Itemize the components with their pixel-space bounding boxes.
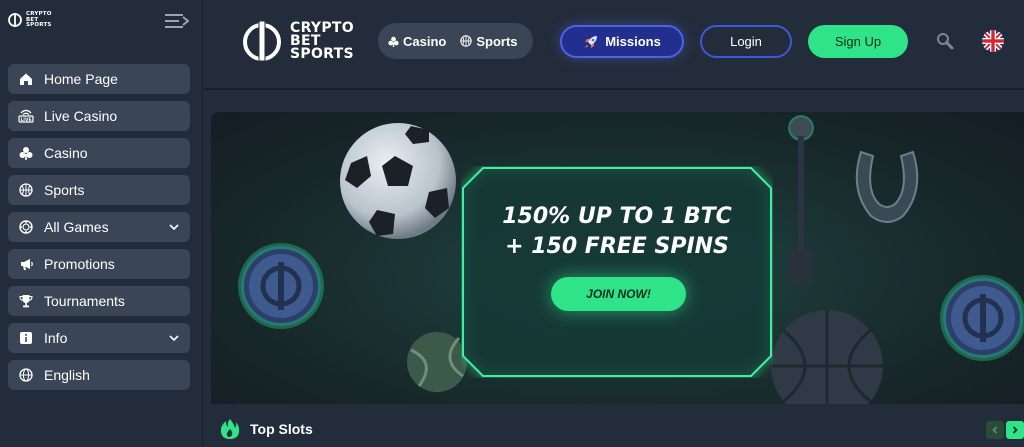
sidebar-item-sports[interactable]: Sports	[8, 175, 190, 205]
horseshoe-icon	[855, 150, 919, 223]
brand-logo-icon	[8, 13, 22, 28]
basketball-ball-icon	[771, 310, 883, 404]
sidebar-nav: Home Page LIVE Live Casino Casino Sports…	[8, 64, 190, 397]
home-icon	[18, 71, 34, 87]
prev-button[interactable]	[986, 421, 1004, 439]
next-button[interactable]	[1006, 421, 1024, 439]
coin-logo-icon	[940, 275, 1024, 361]
clubs-icon	[18, 145, 34, 161]
sidebar-item-all-games[interactable]: All Games	[8, 212, 190, 242]
brand-logo[interactable]: CRYPTO BET SPORTS	[240, 18, 354, 64]
chip-icon	[18, 219, 34, 235]
megaphone-icon	[18, 256, 34, 272]
tennis-ball-icon	[407, 332, 467, 392]
brand-logo-text: CRYPTO BET SPORTS	[290, 19, 354, 62]
section-title: Top Slots	[250, 421, 313, 437]
sidebar-item-language[interactable]: English	[8, 360, 190, 390]
brand-logo-icon	[243, 20, 281, 62]
coin-logo-icon	[238, 243, 324, 329]
sidebar-item-casino[interactable]: Casino	[8, 138, 190, 168]
collapse-menu-icon[interactable]	[165, 12, 189, 30]
chevron-down-icon[interactable]	[168, 221, 180, 233]
soccer-ball-icon	[340, 123, 456, 239]
sidebar-item-label: English	[44, 367, 90, 383]
tab-casino-label: Casino	[403, 33, 447, 49]
promo-title-line-1: 150% UP TO 1 BTC	[502, 204, 732, 229]
signup-button[interactable]: Sign Up	[808, 25, 908, 58]
chevron-left-icon	[992, 426, 998, 434]
clubs-icon	[388, 36, 399, 47]
tab-sports[interactable]: Sports	[460, 33, 518, 49]
svg-text:LIVE: LIVE	[20, 117, 31, 123]
missions-button[interactable]: Missions	[560, 25, 684, 58]
rocket-icon	[585, 35, 598, 48]
sidebar-item-label: Home Page	[44, 71, 118, 87]
tab-casino[interactable]: Casino	[388, 34, 446, 49]
tab-sports-label: Sports	[476, 33, 518, 49]
login-button[interactable]: Login	[700, 25, 792, 58]
category-switch: Casino Sports	[378, 23, 533, 59]
flame-icon	[220, 419, 240, 439]
promo-title: 150% UP TO 1 BTC + 150 FREE SPINS	[461, 202, 773, 262]
sidebar: CRYPTO BET SPORTS Home Page LIVE Live Ca…	[0, 0, 203, 447]
sidebar-item-label: Casino	[44, 145, 88, 161]
sidebar-item-tournaments[interactable]: Tournaments	[8, 286, 190, 316]
sidebar-item-label: Tournaments	[44, 293, 125, 309]
sidebar-logo[interactable]: CRYPTO BET SPORTS	[8, 11, 52, 29]
slots-pager	[986, 421, 1024, 439]
join-now-button[interactable]: JOIN NOW!	[551, 277, 686, 311]
chevron-down-icon[interactable]	[168, 332, 180, 344]
basketball-icon	[460, 35, 473, 47]
trophy-icon	[18, 293, 34, 309]
sidebar-item-label: Live Casino	[44, 108, 118, 124]
sidebar-item-label: Sports	[44, 182, 85, 198]
top-header: CRYPTO BET SPORTS Casino Sports Missions…	[204, 0, 1024, 90]
sidebar-logo-text: CRYPTO BET SPORTS	[26, 11, 52, 28]
sidebar-item-label: Info	[44, 330, 68, 346]
top-slots-header: Top Slots	[220, 418, 313, 440]
slot-lever-icon	[788, 115, 814, 284]
sidebar-item-label: All Games	[44, 219, 109, 235]
chevron-right-icon	[1012, 426, 1018, 434]
sidebar-item-promotions[interactable]: Promotions	[8, 249, 190, 279]
uk-flag-icon[interactable]	[982, 30, 1004, 52]
sidebar-item-live-casino[interactable]: LIVE Live Casino	[8, 101, 190, 131]
basketball-icon	[18, 182, 34, 198]
sidebar-item-label: Promotions	[44, 256, 115, 272]
live-casino-icon: LIVE	[18, 108, 34, 124]
sidebar-item-info[interactable]: Info	[8, 323, 190, 353]
promo-frame	[462, 167, 772, 377]
promo-banner[interactable]: 150% UP TO 1 BTC + 150 FREE SPINS JOIN N…	[211, 112, 1024, 404]
sidebar-item-home[interactable]: Home Page	[8, 64, 190, 94]
missions-label: Missions	[605, 34, 661, 49]
info-icon	[18, 330, 34, 346]
promo-title-line-2: + 150 FREE SPINS	[505, 234, 729, 259]
globe-icon	[18, 367, 34, 383]
search-icon[interactable]	[936, 32, 954, 50]
